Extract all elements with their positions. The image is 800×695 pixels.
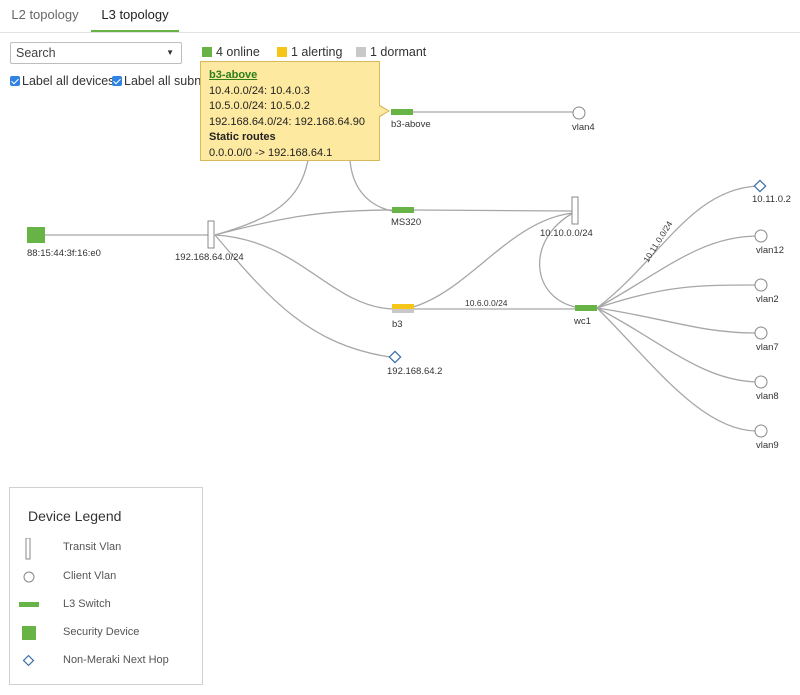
b3-above-label: b3-above: [391, 119, 431, 130]
tooltip-route: 0.0.0.0/0 -> 192.168.64.1: [209, 146, 333, 159]
status-alerting-label: 1 alerting: [291, 45, 343, 59]
vlan2-node[interactable]: [754, 278, 768, 292]
alerting-square-icon: [277, 47, 287, 57]
search-select-value: Search: [16, 46, 56, 60]
nexthop-bottom-label: 192.168.64.2: [387, 366, 442, 377]
nexthop-right-node[interactable]: [753, 179, 767, 193]
tooltip-line: 10.4.0.0/24: 10.4.0.3: [209, 84, 310, 97]
next-hop-icon: [22, 654, 35, 667]
vlan8-label: vlan8: [756, 391, 779, 402]
security-device-label: 88:15:44:3f:16:e0: [27, 248, 101, 259]
edge-ms320-transit: [412, 209, 574, 212]
tooltip-arrow-inner: [379, 106, 388, 116]
checkbox-checked-icon: [10, 76, 20, 86]
vlan9-label: vlan9: [756, 440, 779, 451]
b3-above-switch-node[interactable]: [391, 109, 413, 115]
vlan8-node[interactable]: [754, 375, 768, 389]
tooltip-routes-heading: Static routes: [209, 131, 276, 143]
label-devices-text: Label all devices.: [22, 74, 118, 88]
wc1-switch-node[interactable]: [575, 305, 597, 311]
status-online-label: 4 online: [216, 45, 260, 59]
legend-item-client-vlan: Client Vlan: [10, 567, 204, 587]
legend-item-next-hop: Non-Meraki Next Hop: [10, 651, 204, 671]
legend-label: Client Vlan: [63, 570, 117, 582]
b3-switch-node-base: [392, 309, 414, 313]
edge-transit-b3: [214, 234, 393, 310]
vlan7-node[interactable]: [754, 326, 768, 340]
topology-graph: 88:15:44:3f:16:e0 192.168.64.0/24 b3-abo…: [27, 106, 791, 451]
checkbox-checked-icon: [112, 76, 122, 86]
security-device-node[interactable]: [27, 227, 45, 243]
edge-transit-ms320: [214, 209, 393, 236]
vlan2-label: vlan2: [756, 294, 779, 305]
nexthop-right-label: 10.11.0.2: [752, 194, 791, 205]
legend-item-security-device: Security Device: [10, 623, 204, 643]
transit-vlan-right-node[interactable]: [571, 196, 579, 225]
security-device-icon: [22, 626, 36, 640]
dormant-square-icon: [356, 47, 366, 57]
label-subnets-text: Label all subne: [124, 74, 209, 88]
ms320-label: MS320: [391, 217, 421, 228]
edge-label-b3-wc1: 10.6.0.0/24: [465, 298, 508, 308]
chevron-down-icon: ▼: [166, 48, 174, 57]
tooltip-device-link[interactable]: b3-above: [209, 68, 371, 84]
legend-label: L3 Switch: [63, 598, 111, 610]
legend-title: Device Legend: [28, 508, 122, 524]
vlan12-label: vlan12: [756, 245, 784, 256]
legend-label: Security Device: [63, 626, 140, 638]
vlan12-node[interactable]: [754, 229, 768, 243]
legend-item-transit-vlan: Transit Vlan: [10, 538, 204, 560]
status-dormant-label: 1 dormant: [370, 45, 427, 59]
transit-vlan-main-label: 192.168.64.0/24: [175, 252, 244, 263]
status-online: 4 online: [202, 45, 260, 59]
label-devices-checkbox[interactable]: Label all devices.: [10, 74, 118, 88]
edge-wc1-nexthop: [596, 185, 758, 309]
edge-label-wc1-nexthop: 10.11.0.0/24: [641, 219, 674, 264]
l3-switch-icon: [19, 602, 39, 607]
tooltip-line: 10.5.0.0/24: 10.5.0.2: [209, 100, 310, 112]
tooltip-line: 192.168.64.0/24: 192.168.64.90: [209, 115, 365, 128]
online-square-icon: [202, 47, 212, 57]
edge-wc1-vlan9: [596, 307, 757, 432]
label-subnets-checkbox[interactable]: Label all subne: [112, 74, 208, 88]
vlan7-label: vlan7: [756, 342, 779, 353]
transit-vlan-right-label: 10.10.0.0/24: [540, 228, 593, 239]
status-alerting: 1 alerting: [277, 45, 342, 59]
b3-switch-node[interactable]: [392, 304, 414, 309]
vlan4-node[interactable]: [572, 106, 586, 120]
search-select[interactable]: Search ▼: [10, 42, 182, 64]
vlan9-node[interactable]: [754, 424, 768, 438]
ms320-switch-node[interactable]: [392, 207, 414, 213]
legend-item-l3-switch: L3 Switch: [10, 595, 204, 615]
edge-b3above-b: [349, 159, 393, 212]
wc1-label: wc1: [573, 316, 591, 327]
device-legend: Device Legend Transit Vlan Client Vlan L…: [9, 487, 203, 685]
nexthop-bottom-node[interactable]: [388, 350, 402, 364]
status-dormant: 1 dormant: [356, 45, 426, 59]
transit-vlan-icon: [25, 538, 31, 560]
device-tooltip: b3-above 10.4.0.0/24: 10.4.0.3 10.5.0.0/…: [200, 61, 390, 161]
vlan4-label: vlan4: [572, 122, 595, 133]
legend-label: Non-Meraki Next Hop: [63, 654, 169, 666]
b3-label: b3: [392, 319, 403, 330]
edge-wc1-vlan8: [596, 307, 757, 383]
edge-wc1-vlan12: [596, 235, 757, 309]
legend-label: Transit Vlan: [63, 541, 122, 553]
client-vlan-icon: [23, 571, 35, 583]
transit-vlan-main-node[interactable]: [207, 220, 215, 249]
